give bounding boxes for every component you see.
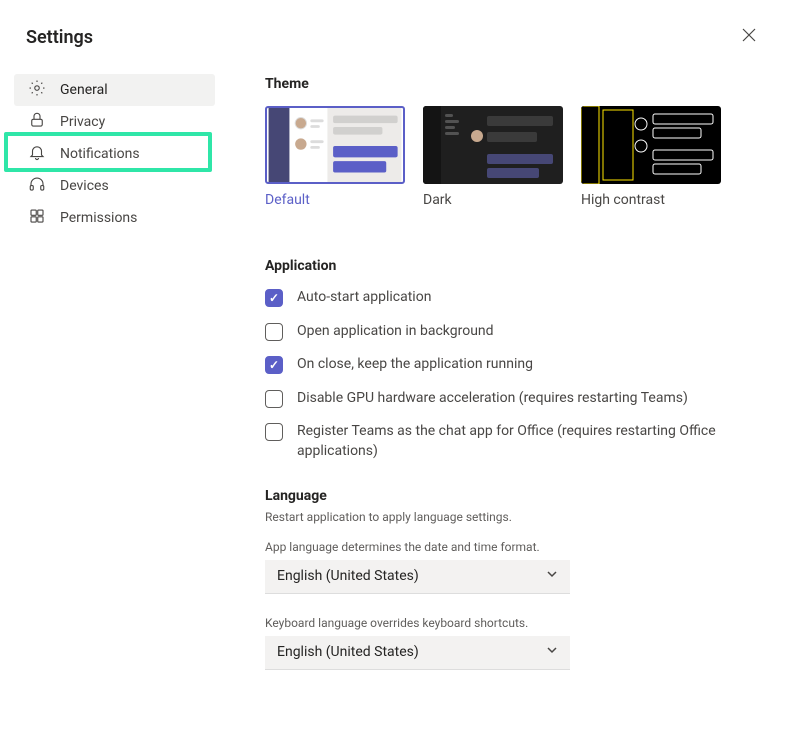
checkbox-register-office[interactable] xyxy=(265,423,283,441)
chevron-down-icon xyxy=(546,644,558,660)
theme-preview-dark xyxy=(423,106,563,184)
application-section-title: Application xyxy=(265,258,760,274)
theme-label: Dark xyxy=(423,192,563,208)
sidebar-item-devices[interactable]: Devices xyxy=(14,170,215,202)
settings-sidebar: General Privacy Notifications Devices Pe… xyxy=(0,68,215,692)
checkbox-label: Open application in background xyxy=(297,322,494,342)
checkbox-disable-gpu[interactable] xyxy=(265,390,283,408)
theme-option-high-contrast[interactable]: High contrast xyxy=(581,106,721,208)
theme-option-default[interactable]: Default xyxy=(265,106,405,208)
language-section-title: Language xyxy=(265,488,760,504)
checkbox-label: Disable GPU hardware acceleration (requi… xyxy=(297,389,688,409)
checkbox-keep-running[interactable] xyxy=(265,356,283,374)
select-value: English (United States) xyxy=(277,644,419,660)
theme-preview-high-contrast xyxy=(581,106,721,184)
close-icon xyxy=(742,28,756,42)
apps-icon xyxy=(28,207,46,229)
checkbox-label: Register Teams as the chat app for Offic… xyxy=(297,422,760,461)
language-restart-hint: Restart application to apply language se… xyxy=(265,510,760,524)
app-language-select[interactable]: English (United States) xyxy=(265,560,570,594)
sidebar-item-label: Permissions xyxy=(60,210,137,226)
theme-preview-default xyxy=(265,106,405,184)
sidebar-item-label: Privacy xyxy=(60,114,105,130)
lock-icon xyxy=(28,111,46,133)
headset-icon xyxy=(28,175,46,197)
page-title: Settings xyxy=(26,27,93,48)
checkbox-label: On close, keep the application running xyxy=(297,355,533,375)
sidebar-item-general[interactable]: General xyxy=(14,74,215,106)
gear-icon xyxy=(28,79,46,101)
keyboard-language-hint: Keyboard language overrides keyboard sho… xyxy=(265,616,760,630)
app-language-hint: App language determines the date and tim… xyxy=(265,540,760,554)
sidebar-item-label: Notifications xyxy=(60,146,140,162)
checkbox-open-background[interactable] xyxy=(265,323,283,341)
sidebar-item-label: Devices xyxy=(60,178,109,194)
bell-icon xyxy=(28,143,46,165)
sidebar-item-privacy[interactable]: Privacy xyxy=(14,106,215,138)
theme-section-title: Theme xyxy=(265,76,760,92)
checkbox-autostart[interactable] xyxy=(265,289,283,307)
sidebar-item-permissions[interactable]: Permissions xyxy=(14,202,215,234)
keyboard-language-select[interactable]: English (United States) xyxy=(265,636,570,670)
sidebar-item-label: General xyxy=(60,82,108,98)
chevron-down-icon xyxy=(546,568,558,584)
sidebar-item-notifications[interactable]: Notifications xyxy=(14,138,215,170)
close-button[interactable] xyxy=(734,24,764,50)
theme-option-dark[interactable]: Dark xyxy=(423,106,563,208)
theme-label: Default xyxy=(265,192,405,208)
checkbox-label: Auto-start application xyxy=(297,288,431,308)
theme-label: High contrast xyxy=(581,192,721,208)
select-value: English (United States) xyxy=(277,568,419,584)
